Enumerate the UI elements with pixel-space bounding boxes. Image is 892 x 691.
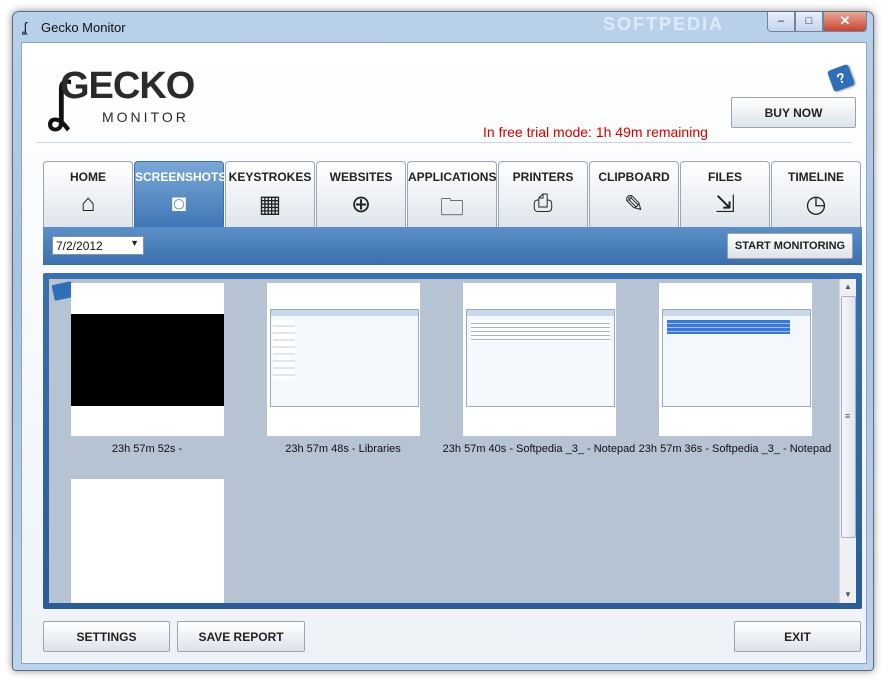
screenshot-caption: 23h 57m 40s - Softpedia _3_ - Notepad [442,443,636,455]
clipboard-pencil-icon: ✎ [623,191,645,218]
tab-label: CLIPBOARD [598,170,670,184]
gecko-monitor-logo: ʆ GECKO MONITOR [48,63,208,133]
watermark: SOFTPEDIA [603,14,725,34]
logo-text-monitor: MONITOR [102,109,189,125]
screenshot-caption: 23h 57m 48s - Libraries [285,443,401,455]
tab-clipboard[interactable]: CLIPBOARD ✎ [589,161,679,227]
tab-label: SCREENSHOTS [135,170,227,184]
tab-files[interactable]: FILES ⇲ [680,161,770,227]
grip-icon: ≡ [845,411,851,421]
home-icon: ⌂ [80,190,96,217]
explorer-screenshot-image [270,309,419,407]
screenshot-caption: 23h 57m 52s - [111,443,183,455]
screenshot-gallery-frame: 23h 57m 52s - 23h 57m 48s - Libraries 23… [43,273,862,609]
caption-buttons: – □ ✕ [767,12,867,32]
camera-icon: ◙ [171,190,187,217]
main-tabs: HOME ⌂ SCREENSHOTS ◙ KEYSTROKES ▦ WEBSIT… [43,161,862,229]
tab-label: TIMELINE [788,170,844,184]
scrollbar-thumb[interactable]: ≡ [841,296,856,538]
settings-button[interactable]: SETTINGS [43,621,170,652]
globe-cursor-icon: ⊕ [350,191,372,218]
logo-text-gecko: GECKO [60,65,195,107]
gallery-scrollbar[interactable]: ▲ ≡ ▼ [839,279,856,603]
screenshot-thumbnail[interactable] [463,283,616,436]
file-download-icon: ⇲ [714,191,736,218]
dropdown-arrow-icon[interactable]: ▼ [130,238,139,248]
app-window: ʆ Gecko Monitor SOFTPEDIA – □ ✕ ʆ GECKO … [12,11,874,671]
tab-label: PRINTERS [512,170,574,184]
printer-icon: ⎙ [533,190,553,217]
title-bar[interactable]: ʆ Gecko Monitor SOFTPEDIA – □ ✕ [13,12,873,42]
tab-keystrokes[interactable]: KEYSTROKES ▦ [225,161,315,227]
scroll-down-arrow-icon[interactable]: ▼ [840,587,856,603]
buy-now-button[interactable]: BUY NOW [731,97,856,128]
date-value: 7/2/2012 [56,239,103,253]
tab-screenshots[interactable]: SCREENSHOTS ◙ [134,161,227,227]
screenshots-toolbar: 7/2/2012 ▼ START MONITORING [43,227,862,265]
screenshot-thumbnail[interactable] [71,479,224,603]
clock-icon: ◷ [805,191,827,218]
tab-label: WEBSITES [329,170,393,184]
tab-printers[interactable]: PRINTERS ⎙ [498,161,588,227]
tab-label: KEYSTROKES [228,170,312,184]
start-monitoring-button[interactable]: START MONITORING [727,233,853,259]
gecko-app-icon: ʆ [22,19,27,35]
keypad-icon: ▦ [258,191,282,218]
tab-websites[interactable]: WEBSITES ⊕ [316,161,406,227]
save-report-button[interactable]: SAVE REPORT [177,621,305,652]
help-book-icon[interactable]: ? [826,63,856,93]
screenshot-thumbnail[interactable] [659,283,812,436]
exit-button[interactable]: EXIT [734,621,861,652]
client-area: ʆ GECKO MONITOR ? BUY NOW In free trial … [21,42,867,664]
maximize-button[interactable]: □ [795,12,823,32]
tab-label: APPLICATIONS [408,170,497,184]
screenshot-caption: 23h 57m 36s - Softpedia _3_ - Notepad [638,443,832,455]
close-button[interactable]: ✕ [823,12,867,32]
tab-label: HOME [70,170,106,184]
trial-status-text: In free trial mode: 1h 49m remaining [483,124,708,140]
desktop-screenshot-image [71,314,224,406]
tab-label: FILES [707,170,742,184]
scroll-up-arrow-icon[interactable]: ▲ [840,279,856,295]
screenshot-thumbnail[interactable] [71,283,224,436]
tab-applications[interactable]: APPLICATIONS 🗀 [407,161,497,227]
screenshot-gallery[interactable]: 23h 57m 52s - 23h 57m 48s - Libraries 23… [49,279,839,603]
header-divider [36,142,852,143]
tab-home[interactable]: HOME ⌂ [43,161,133,227]
minimize-button[interactable]: – [767,12,795,32]
notepad-selected-screenshot-image [662,309,811,407]
window-title: Gecko Monitor [41,20,126,35]
notepad-screenshot-image [466,309,615,407]
screenshot-thumbnail[interactable] [267,283,420,436]
folder-icon: 🗀 [440,194,464,221]
date-picker[interactable]: 7/2/2012 ▼ [52,236,144,255]
tab-timeline[interactable]: TIMELINE ◷ [771,161,861,227]
